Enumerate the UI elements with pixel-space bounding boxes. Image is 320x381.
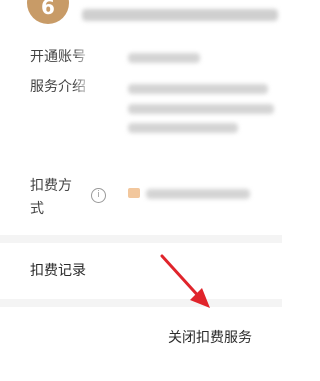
merchant-header: 6 <box>0 0 282 32</box>
info-icon[interactable]: i <box>91 188 106 203</box>
pay-method-label-line2: 式 <box>30 201 44 217</box>
close-service-row: 关闭扣费服务 <box>0 307 282 367</box>
annotation-arrow-icon <box>160 254 210 308</box>
section-divider-1 <box>0 235 282 243</box>
service-desc-line-2 <box>128 104 274 114</box>
account-value-redacted <box>128 53 200 63</box>
pay-method-value-redacted[interactable] <box>146 189 250 199</box>
deduction-record-label: 扣费记录 <box>30 263 86 279</box>
merchant-name-redacted <box>82 9 278 21</box>
deduction-record-row[interactable]: 扣费记录 <box>0 243 282 299</box>
service-desc-line-3 <box>128 123 238 133</box>
pay-method-label-line1: 扣费方 <box>30 178 72 194</box>
merchant-logo-char: 6 <box>41 0 55 19</box>
service-label-fade <box>74 77 92 97</box>
arrow-shaft <box>160 254 204 302</box>
bank-card-icon <box>128 188 140 198</box>
close-deduction-service-button[interactable]: 关闭扣费服务 <box>168 328 252 348</box>
autopay-service-page: 6 开通账号 服务介绍 扣费方 式 i 扣费记录 关闭扣费服务 <box>0 0 282 381</box>
section-divider-2 <box>0 299 282 307</box>
account-label-fade <box>74 47 92 67</box>
service-desc-line-1 <box>128 84 268 94</box>
merchant-logo: 6 <box>27 0 69 24</box>
